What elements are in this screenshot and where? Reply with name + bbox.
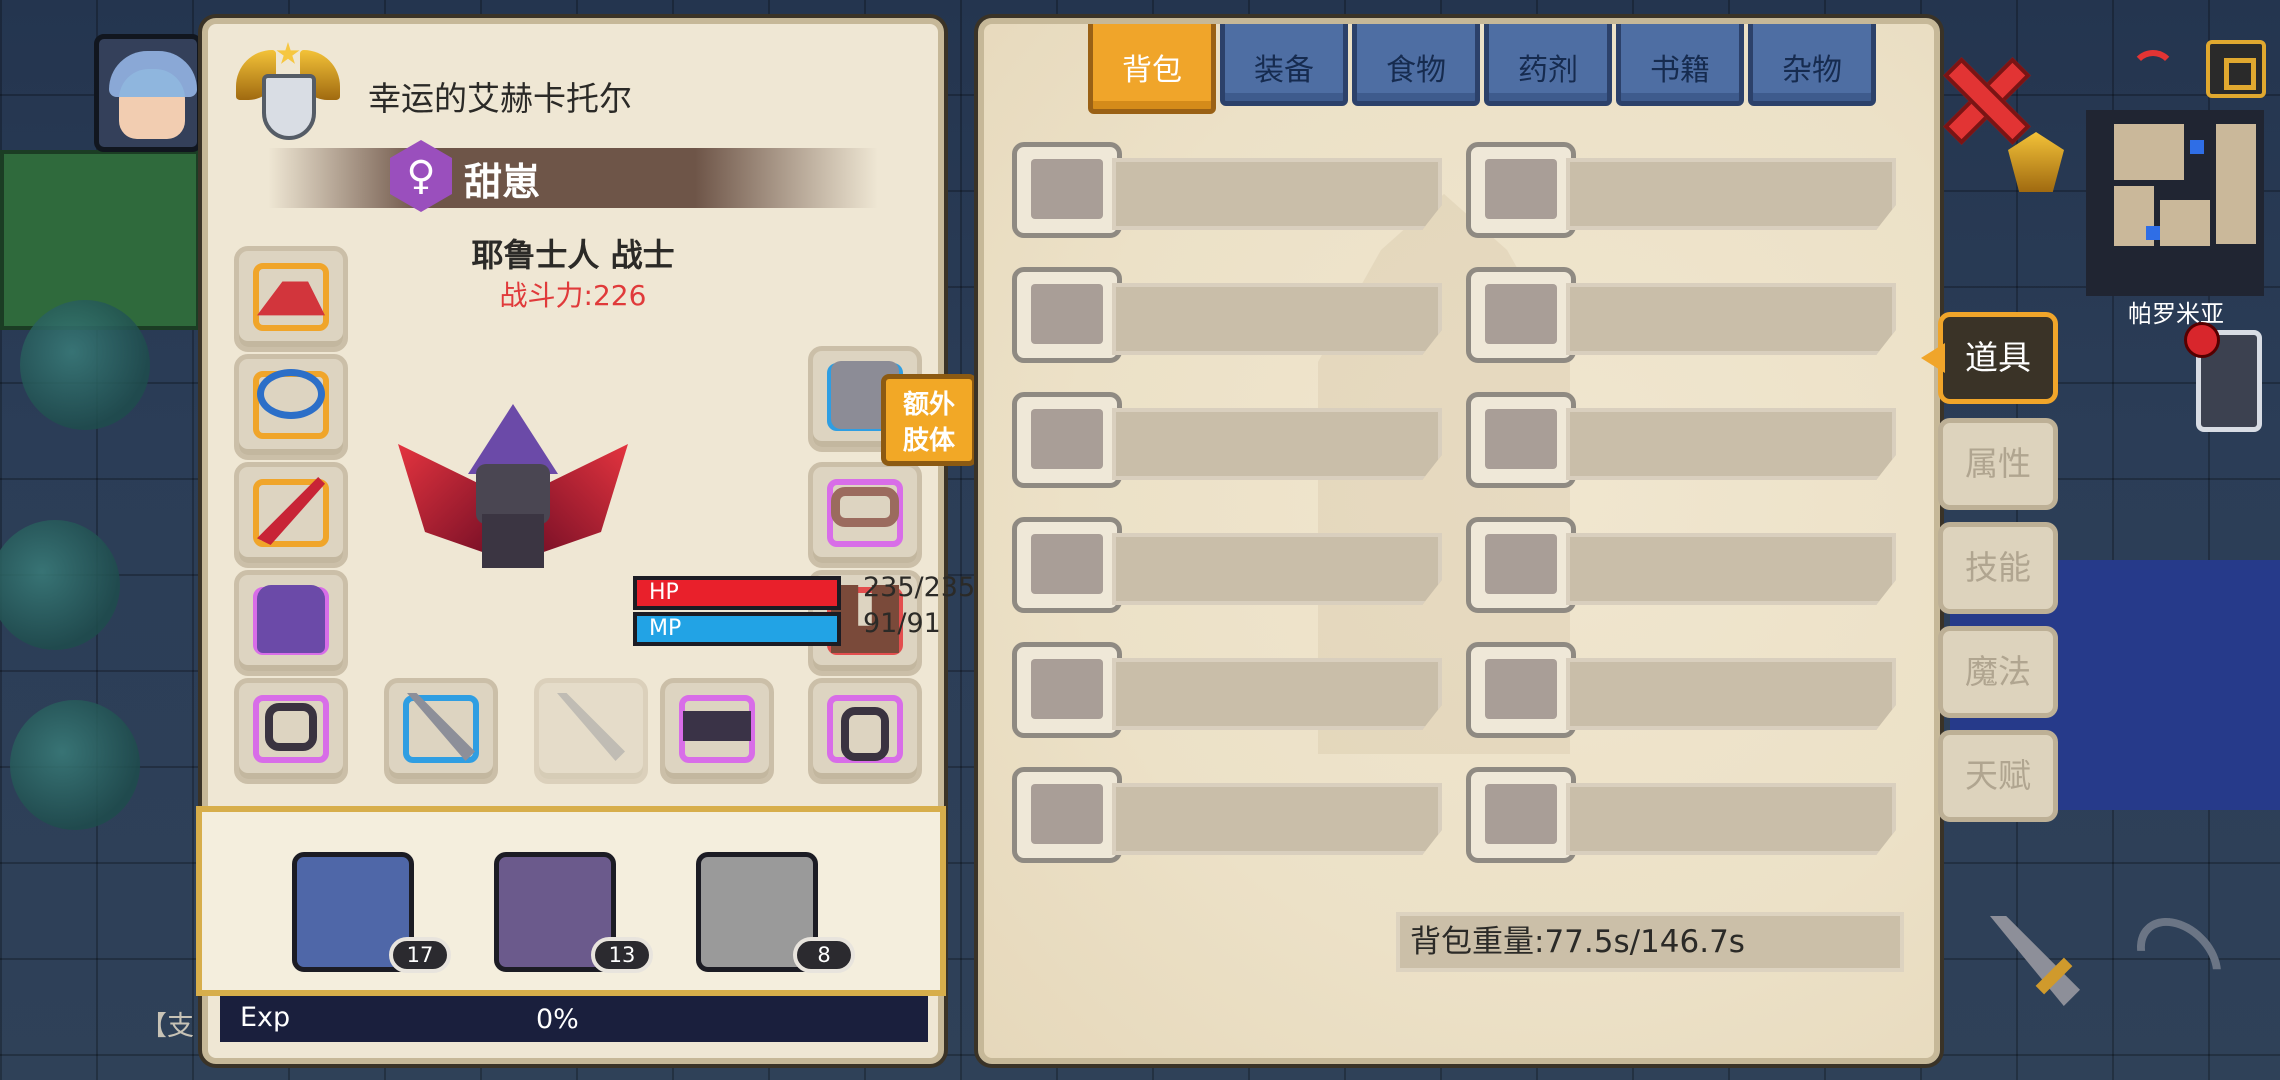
bow-icon[interactable]: [2120, 901, 2238, 1019]
equip-slot-neck[interactable]: [234, 354, 348, 460]
party-level-badge: 13: [591, 937, 653, 973]
mp-value: 91/91: [863, 608, 941, 639]
hp-bar: HP: [633, 576, 841, 610]
tree: [0, 520, 120, 650]
equip-slot-off-hand[interactable]: [534, 678, 648, 784]
necklace-icon: [257, 369, 325, 419]
equip-slot-head[interactable]: [234, 246, 348, 352]
tree: [20, 300, 150, 430]
inventory-slot[interactable]: [1012, 767, 1452, 863]
mp-bar: MP: [633, 612, 841, 646]
equip-slot-main-hand[interactable]: [384, 678, 498, 784]
party-members-box: 17 13 8: [196, 806, 946, 996]
extra-limb-button[interactable]: 额外 肢体: [881, 374, 977, 466]
tab-food[interactable]: 食物: [1352, 24, 1480, 106]
hp-label: HP: [649, 580, 679, 605]
tree: [10, 700, 140, 830]
portrait-face: [119, 69, 185, 139]
side-tab-skills[interactable]: 技能: [1938, 522, 2058, 614]
tab-equipment[interactable]: 装备: [1220, 24, 1348, 106]
equip-slot-ring-right[interactable]: [808, 678, 922, 784]
side-tab-attributes[interactable]: 属性: [1938, 418, 2058, 510]
rank-badge-icon: [236, 40, 340, 160]
gun-icon: [683, 711, 751, 741]
hp-value: 235/235: [863, 572, 976, 603]
sword-icon[interactable]: [1980, 906, 2090, 1016]
inventory-slot[interactable]: [1466, 267, 1906, 363]
inventory-slot[interactable]: [1466, 767, 1906, 863]
inventory-slot[interactable]: [1466, 517, 1906, 613]
side-tab-magic[interactable]: 魔法: [1938, 626, 2058, 718]
character-sprite: [398, 404, 628, 574]
gold-emblem-icon: [1990, 122, 2082, 212]
exp-bar: Exp 0%: [220, 996, 928, 1042]
hero-portrait[interactable]: [94, 34, 202, 152]
rank-title: 幸运的艾赫卡托尔: [368, 79, 632, 118]
inventory-slot[interactable]: [1466, 392, 1906, 488]
inventory-panel: 背包 装备 食物 药剂 书籍 杂物 背包重量:77.5s/146.7s: [978, 18, 1940, 1064]
inventory-slot[interactable]: [1012, 517, 1452, 613]
tab-misc[interactable]: 杂物: [1748, 24, 1876, 106]
party-level-badge: 17: [389, 937, 451, 973]
inventory-slot[interactable]: [1012, 142, 1452, 238]
purple-armor-icon: [257, 585, 325, 653]
name-banner: [268, 148, 878, 208]
mp-label: MP: [649, 616, 682, 641]
wifi-icon: [2122, 40, 2182, 98]
exit-icon[interactable]: [2206, 40, 2266, 98]
equip-slot-ranged[interactable]: [660, 678, 774, 784]
equip-slot-weapon[interactable]: [234, 462, 348, 568]
tab-backpack[interactable]: 背包: [1088, 24, 1216, 114]
ring-icon: [265, 703, 317, 751]
exp-value: 0%: [536, 1004, 579, 1035]
party-member-2[interactable]: 13: [494, 852, 653, 973]
party-level-badge: 8: [793, 937, 855, 973]
minimap[interactable]: [2086, 110, 2264, 296]
inventory-slot[interactable]: [1466, 642, 1906, 738]
gem-ring-icon: [841, 707, 889, 761]
belt-icon: [831, 487, 899, 527]
character-name: 甜崽: [464, 160, 541, 204]
inventory-slot[interactable]: [1012, 392, 1452, 488]
inventory-slot[interactable]: [1012, 642, 1452, 738]
inventory-slot[interactable]: [1012, 267, 1452, 363]
side-tab-items[interactable]: 道具: [1938, 312, 2058, 404]
equip-slot-waist[interactable]: [808, 462, 922, 568]
map-pin-icon: [2184, 322, 2220, 358]
backpack-weight: 背包重量:77.5s/146.7s: [1396, 912, 1904, 972]
party-member-3[interactable]: 8: [696, 852, 855, 973]
side-tab-talents[interactable]: 天赋: [1938, 730, 2058, 822]
side-hint-text: 【支: [140, 1011, 194, 1042]
equip-slot-armor[interactable]: [234, 570, 348, 676]
inventory-slot[interactable]: [1466, 142, 1906, 238]
party-member-1[interactable]: 17: [292, 852, 451, 973]
equip-slot-ring-left[interactable]: [234, 678, 348, 784]
exp-label: Exp: [240, 1002, 291, 1033]
tab-books[interactable]: 书籍: [1616, 24, 1744, 106]
tab-potions[interactable]: 药剂: [1484, 24, 1612, 106]
